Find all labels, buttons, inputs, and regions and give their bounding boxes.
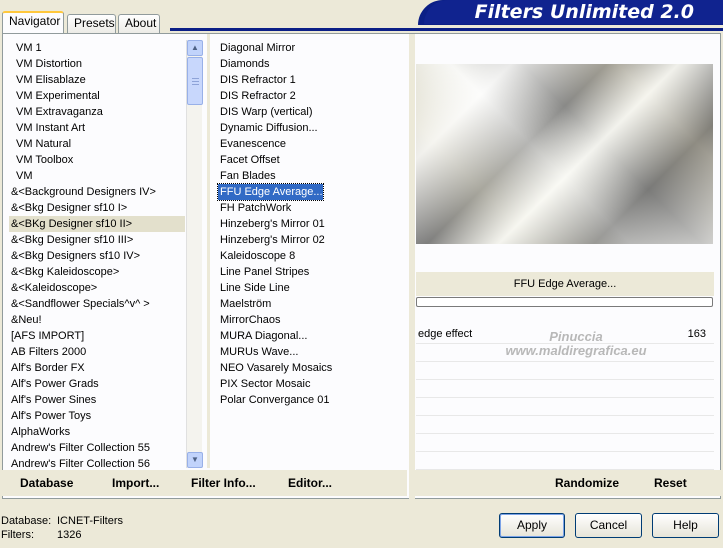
empty-param-row <box>416 452 714 470</box>
filter-item[interactable]: NEO Vasarely Mosaics <box>218 360 332 376</box>
filter-item[interactable]: Line Side Line <box>218 280 290 296</box>
param-row[interactable]: edge effect 163 <box>416 326 714 344</box>
category-item[interactable]: VM Natural <box>9 136 185 152</box>
category-item[interactable]: AlphaWorks <box>9 424 185 440</box>
category-item[interactable]: &<BKg Designer sf10 II> <box>9 216 185 232</box>
category-item[interactable]: Alf's Power Toys <box>9 408 185 424</box>
filter-item[interactable]: Hinzeberg's Mirror 01 <box>218 216 325 232</box>
scroll-thumb[interactable] <box>187 57 203 105</box>
filter-item[interactable]: FFU Edge Average... <box>217 183 324 201</box>
category-item[interactable]: Alf's Border FX <box>9 360 185 376</box>
category-item[interactable]: Alf's Power Sines <box>9 392 185 408</box>
navigator-panel: VM 1 VM Distortion VM Elisablaze VM Experim… <box>2 33 721 500</box>
filter-item[interactable]: MURA Diagonal... <box>218 328 307 344</box>
scroll-down-button[interactable]: ▼ <box>187 452 203 468</box>
empty-param-row <box>416 362 714 380</box>
filter-item[interactable]: Facet Offset <box>218 152 280 168</box>
filter-item[interactable]: FH PatchWork <box>218 200 291 216</box>
filter-item[interactable]: DIS Refractor 1 <box>218 72 296 88</box>
filter-item[interactable]: Kaleidoscope 8 <box>218 248 295 264</box>
category-item[interactable]: [AFS IMPORT] <box>9 328 185 344</box>
empty-param-row <box>416 416 714 434</box>
filter-item[interactable]: Maelström <box>218 296 271 312</box>
category-item[interactable]: &<Background Designers IV> <box>9 184 185 200</box>
cancel-button[interactable]: Cancel <box>575 513 642 538</box>
banner-underline <box>170 28 723 31</box>
category-item[interactable]: &<Bkg Designer sf10 I> <box>9 200 185 216</box>
scroll-up-button[interactable]: ▲ <box>187 40 203 56</box>
randomize-button[interactable]: Randomize <box>555 476 619 490</box>
status-info: Database: ICNET-Filters Filters: 1326 <box>1 514 123 542</box>
filter-item[interactable]: PIX Sector Mosaic <box>218 376 310 392</box>
database-button[interactable]: Database <box>20 476 73 490</box>
filter-item[interactable]: Diamonds <box>218 56 270 72</box>
filter-item[interactable]: Polar Convergance 01 <box>218 392 329 408</box>
filters-label: Filters: <box>1 529 34 541</box>
tab-about[interactable]: About <box>118 14 160 33</box>
reset-button[interactable]: Reset <box>654 476 687 490</box>
filters-count: 1326 <box>57 529 82 541</box>
progress-bar <box>416 297 713 307</box>
app-title: Filters Unlimited 2.0 <box>424 0 723 24</box>
category-list[interactable]: VM 1 VM Distortion VM Elisablaze VM Experim… <box>9 40 185 472</box>
category-item[interactable]: VM Distortion <box>9 56 185 72</box>
param-value: 163 <box>687 328 706 340</box>
tab-navigator[interactable]: Navigator <box>2 11 64 33</box>
empty-param-row <box>416 380 714 398</box>
right-toolbar: Randomize Reset <box>412 470 721 496</box>
category-item[interactable]: &<Bkg Designer sf10 III> <box>9 232 185 248</box>
category-scrollbar[interactable]: ▲ ▼ <box>186 40 203 468</box>
empty-param-row <box>416 398 714 416</box>
selected-filter-name: FFU Edge Average... <box>416 272 714 296</box>
left-toolbar: Database Import... Filter Info... Editor… <box>2 470 407 496</box>
help-button[interactable]: Help <box>652 513 719 538</box>
import-button[interactable]: Import... <box>112 476 159 490</box>
preview-image <box>416 64 713 244</box>
editor-button[interactable]: Editor... <box>288 476 332 490</box>
filter-list[interactable]: Diagonal Mirror Diamonds DIS Refractor 1 DI… <box>217 40 408 408</box>
filter-item[interactable]: Dynamic Diffusion... <box>218 120 318 136</box>
category-item[interactable]: VM Instant Art <box>9 120 185 136</box>
category-item[interactable]: VM Experimental <box>9 88 185 104</box>
empty-param-row <box>416 434 714 452</box>
filter-item[interactable]: DIS Refractor 2 <box>218 88 296 104</box>
filter-item[interactable]: Hinzeberg's Mirror 02 <box>218 232 325 248</box>
filter-item[interactable]: MirrorChaos <box>218 312 281 328</box>
category-item[interactable]: Alf's Power Grads <box>9 376 185 392</box>
filter-info-button[interactable]: Filter Info... <box>191 476 256 490</box>
category-item[interactable]: &<Bkg Designers sf10 IV> <box>9 248 185 264</box>
filter-item[interactable]: MURUs Wave... <box>218 344 298 360</box>
app-title-banner: Filters Unlimited 2.0 <box>418 0 723 25</box>
filter-item[interactable]: DIS Warp (vertical) <box>218 104 313 120</box>
empty-param-row <box>416 344 714 362</box>
category-item[interactable]: VM Elisablaze <box>9 72 185 88</box>
database-value: ICNET-Filters <box>57 515 123 527</box>
category-item[interactable]: VM Toolbox <box>9 152 185 168</box>
category-item[interactable]: Andrew's Filter Collection 55 <box>9 440 185 456</box>
parameter-list: Pinuccia www.maldiregrafica.eu edge effe… <box>416 326 714 470</box>
filter-item[interactable]: Evanescence <box>218 136 286 152</box>
list-divider <box>207 34 210 468</box>
filter-item[interactable]: Fan Blades <box>218 168 276 184</box>
apply-button[interactable]: Apply <box>499 513 565 538</box>
param-name: edge effect <box>418 328 473 340</box>
category-item[interactable]: &<Bkg Kaleidoscope> <box>9 264 185 280</box>
tab-presets[interactable]: Presets <box>67 14 116 33</box>
category-item[interactable]: &Neu! <box>9 312 185 328</box>
category-item[interactable]: VM 1 <box>9 40 185 56</box>
filter-item[interactable]: Diagonal Mirror <box>218 40 295 56</box>
category-item[interactable]: AB Filters 2000 <box>9 344 185 360</box>
database-label: Database: <box>1 515 52 527</box>
category-item[interactable]: VM Extravaganza <box>9 104 185 120</box>
panel-divider <box>409 34 415 500</box>
filter-item[interactable]: Line Panel Stripes <box>218 264 309 280</box>
category-item[interactable]: VM <box>9 168 185 184</box>
category-item[interactable]: &<Kaleidoscope> <box>9 280 185 296</box>
category-item[interactable]: &<Sandflower Specials^v^ > <box>9 296 185 312</box>
